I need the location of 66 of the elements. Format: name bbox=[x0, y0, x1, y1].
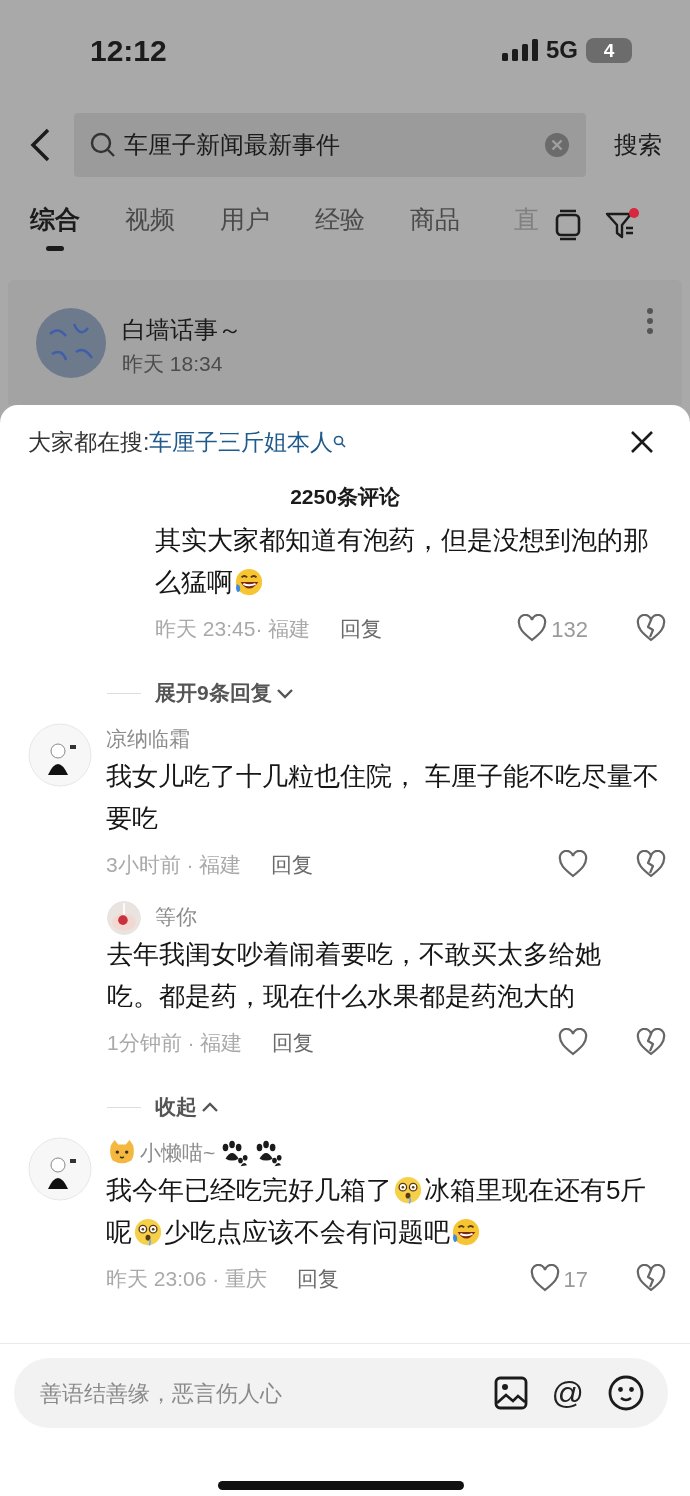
emoji-icon[interactable] bbox=[608, 1375, 644, 1411]
search-icon bbox=[90, 132, 116, 158]
comment-text: 我女儿吃了十几粒也住院， 车厘子能不吃尽量不 bbox=[106, 760, 660, 793]
user-name: 小懒喵~ bbox=[140, 1140, 216, 1167]
trending-link[interactable]: 车厘子三斤姐本人 bbox=[149, 424, 334, 460]
chevron-up-icon bbox=[201, 1101, 219, 1113]
trending-label: 大家都在搜: bbox=[28, 427, 150, 457]
like-count: 17 bbox=[563, 1265, 588, 1294]
dislike-icon[interactable] bbox=[636, 1264, 666, 1294]
comment-text: 冰箱里现在还有5斤 bbox=[424, 1174, 647, 1207]
dislike-icon[interactable] bbox=[636, 850, 666, 880]
like-icon[interactable] bbox=[517, 614, 548, 644]
reply-button[interactable]: 回复 bbox=[272, 1027, 315, 1059]
tab[interactable]: 用户 bbox=[220, 195, 270, 255]
image-icon[interactable] bbox=[493, 1376, 528, 1410]
like-count: 132 bbox=[551, 615, 588, 644]
search-button[interactable]: 搜索 bbox=[614, 127, 662, 163]
expand-replies-button[interactable]: 展开9条回复 bbox=[155, 677, 294, 709]
reply-button[interactable]: 回复 bbox=[297, 1263, 340, 1295]
like-icon[interactable] bbox=[558, 850, 588, 880]
stunned-face-icon bbox=[393, 1175, 423, 1205]
comment-text: 其实大家都知道有泡药，但是没想到泡的那 bbox=[155, 524, 649, 557]
dislike-icon[interactable] bbox=[636, 614, 666, 644]
tab[interactable]: 视频 bbox=[125, 195, 175, 255]
comment-text: 么猛啊 bbox=[155, 566, 233, 599]
post-author: 白墙话事～ bbox=[122, 315, 243, 345]
back-icon[interactable] bbox=[30, 128, 50, 162]
like-icon[interactable] bbox=[558, 1028, 588, 1058]
comment-text: 去年我闺女吵着闹着要吃，不敢买太多给她 bbox=[107, 938, 601, 971]
comment-text: 呢 bbox=[106, 1216, 132, 1249]
like-icon[interactable] bbox=[529, 1264, 560, 1294]
comment-meta: 昨天 23:06 · 重庆 bbox=[106, 1266, 268, 1293]
dislike-icon[interactable] bbox=[636, 1028, 666, 1058]
comment-meta: 昨天 23:45· 福建 bbox=[155, 616, 311, 643]
comment-input[interactable]: 善语结善缘，恶言伤人心 @ bbox=[14, 1358, 668, 1428]
comment-text: 少吃点应该不会有问题吧 bbox=[164, 1216, 450, 1249]
user-name: 凉纳临霜 bbox=[106, 726, 190, 753]
comment-meta: 1分钟前 · 福建 bbox=[107, 1030, 243, 1057]
network-label: 5G bbox=[546, 35, 578, 65]
search-field[interactable]: 车厘子新闻最新事件 bbox=[74, 113, 586, 177]
close-icon[interactable] bbox=[630, 430, 654, 454]
comment-count-title: 2250条评论 bbox=[289, 484, 401, 510]
mention-button[interactable]: @ bbox=[551, 1377, 584, 1409]
user-name: 等你 bbox=[155, 904, 197, 931]
reply-button[interactable]: 回复 bbox=[271, 849, 314, 881]
post-time: 昨天 18:34 bbox=[122, 351, 224, 377]
collapse-button[interactable]: 收起 bbox=[155, 1091, 219, 1123]
status-time: 12:12 bbox=[90, 32, 167, 69]
chevron-down-icon bbox=[275, 687, 294, 699]
battery-level: 4 bbox=[586, 37, 632, 63]
comment-text: 要吃 bbox=[106, 802, 158, 835]
tab[interactable]: 商品 bbox=[410, 195, 460, 255]
tab[interactable]: 经验 bbox=[315, 195, 365, 255]
tab[interactable]: 综合 bbox=[30, 195, 80, 255]
more-icon[interactable] bbox=[646, 308, 654, 334]
tablet-icon[interactable] bbox=[555, 209, 581, 241]
reply-button[interactable]: 回复 bbox=[340, 613, 383, 645]
comment-text: 我今年已经吃完好几箱了 bbox=[106, 1174, 392, 1207]
comment-meta: 3小时前 · 福建 bbox=[106, 852, 242, 879]
comment-text: 吃。都是药，现在什么水果都是药泡大的 bbox=[107, 980, 575, 1013]
search-query: 车厘子新闻最新事件 bbox=[124, 130, 341, 160]
laughing-tears-icon bbox=[234, 567, 264, 597]
stunned-face-icon bbox=[133, 1217, 163, 1247]
laughing-tears-icon bbox=[451, 1217, 481, 1247]
search-icon bbox=[333, 435, 347, 448]
signal-icon bbox=[502, 39, 538, 61]
